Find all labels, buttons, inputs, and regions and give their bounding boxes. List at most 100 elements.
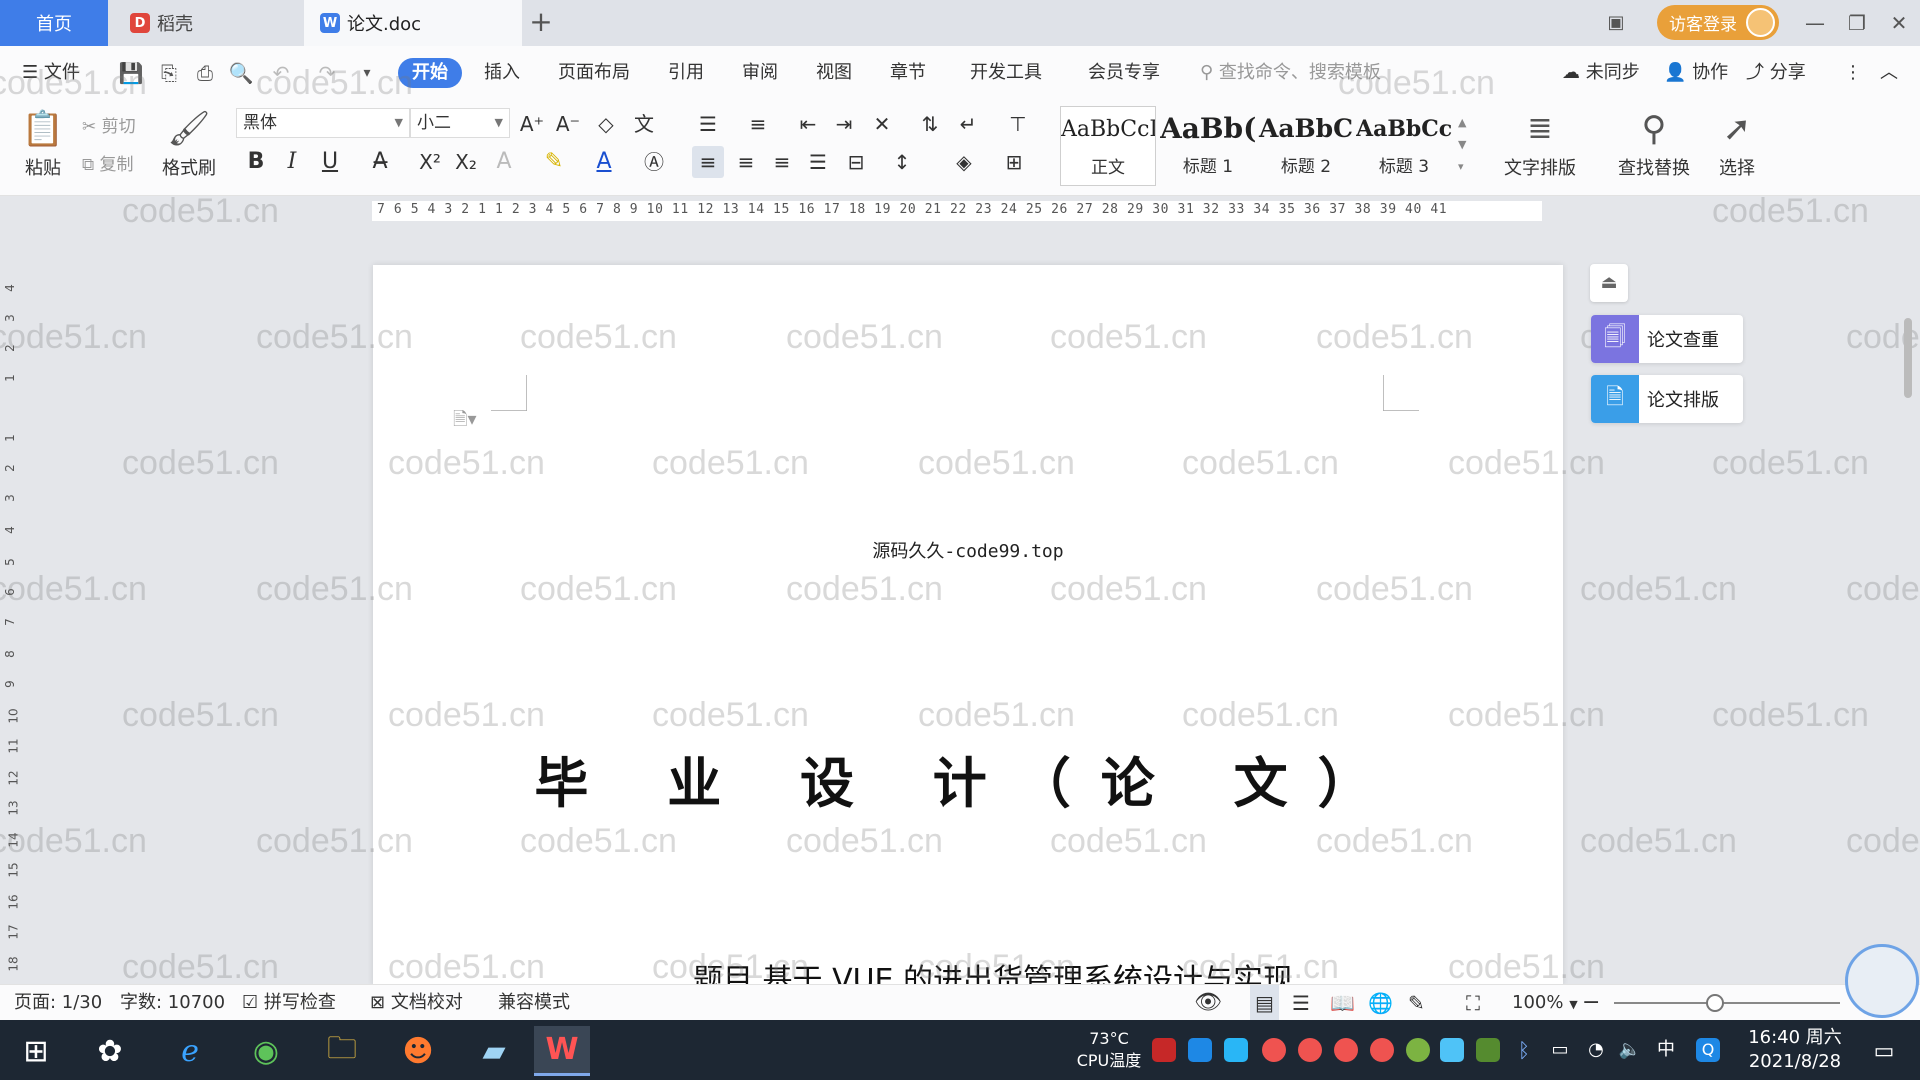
bluetooth-icon[interactable]: ᛒ xyxy=(1512,1038,1536,1062)
document-page[interactable]: 🗎▾ 源码久久-code99.top 毕 业 设 计（论 文） 题目 基于 VU… xyxy=(373,265,1563,985)
system-clock[interactable]: 16:40 周六 2021/8/28 xyxy=(1745,1026,1845,1074)
assistant-robot-icon[interactable] xyxy=(1845,944,1919,1018)
undo-icon[interactable]: ↶ xyxy=(268,60,294,86)
style-scroll-icon[interactable]: ▲ ▼ ▾ xyxy=(1458,112,1466,178)
cut-button[interactable]: ✂ 剪切 xyxy=(82,112,136,137)
fit-page-icon[interactable]: ⛶ xyxy=(1466,985,1480,1021)
tab-home[interactable]: 首页 xyxy=(0,0,108,46)
tab-view[interactable]: 视图 xyxy=(816,58,852,88)
tab-references[interactable]: 引用 xyxy=(668,58,704,88)
zoom-slider[interactable] xyxy=(1614,1002,1840,1004)
tab-developer[interactable]: 开发工具 xyxy=(970,58,1042,88)
word-count[interactable]: 字数: 10700 xyxy=(120,985,225,1021)
align-center-icon[interactable]: ≡ xyxy=(730,146,762,178)
style-heading-3[interactable]: AaBbCcl 标题 3 xyxy=(1356,106,1452,186)
font-size-select[interactable]: 小二 ▼ xyxy=(410,108,510,138)
copy-button[interactable]: ⧉ 复制 xyxy=(82,150,134,175)
collaborate-button[interactable]: 👤 协作 xyxy=(1664,58,1728,88)
borders-icon[interactable]: ⊞ xyxy=(998,146,1030,178)
collapse-ribbon-icon[interactable]: ︿ xyxy=(1880,58,1898,88)
shield-icon[interactable] xyxy=(1224,1038,1248,1062)
qq-icon[interactable] xyxy=(1334,1038,1358,1062)
tab-docer[interactable]: D 稻壳 xyxy=(108,0,304,46)
nvidia-icon[interactable] xyxy=(1476,1038,1500,1062)
tab-review[interactable]: 审阅 xyxy=(742,58,778,88)
chinese-layout-icon[interactable]: ✕ xyxy=(866,108,898,140)
layout-switch-icon[interactable]: ▣ xyxy=(1598,6,1634,40)
browser-360-icon[interactable]: ◉ xyxy=(238,1026,294,1076)
restore-button[interactable]: ❐ xyxy=(1839,6,1875,40)
superscript-button[interactable]: X² xyxy=(414,146,446,178)
web-view-icon[interactable]: 🌐 xyxy=(1368,985,1393,1021)
show-hide-marks-icon[interactable]: ↵ xyxy=(952,108,984,140)
tray-app-icon[interactable] xyxy=(1188,1038,1212,1062)
battery-icon[interactable]: ▭ xyxy=(1548,1038,1572,1062)
qq-icon[interactable] xyxy=(1298,1038,1322,1062)
distribute-icon[interactable]: ⊟ xyxy=(840,146,872,178)
line-spacing-icon[interactable]: ↕ xyxy=(886,146,918,178)
char-border-button[interactable]: Ⓐ xyxy=(638,146,670,178)
bullet-list-icon[interactable]: ☰ xyxy=(692,108,724,140)
notes-app-icon[interactable]: ▰ xyxy=(466,1026,522,1076)
qq-icon[interactable] xyxy=(1370,1038,1394,1062)
wifi-icon[interactable]: ◔ xyxy=(1584,1038,1608,1062)
horizontal-ruler[interactable]: 7 6 5 4 3 2 1 1 2 3 4 5 6 7 8 9 10 11 12… xyxy=(0,197,1920,225)
share-button[interactable]: ⤴ 分享 xyxy=(1746,58,1806,88)
guest-login-button[interactable]: 访客登录 xyxy=(1657,5,1779,40)
close-button[interactable]: ✕ xyxy=(1881,6,1917,40)
windows-start-icon[interactable]: ⊞ xyxy=(8,1026,64,1076)
justify-icon[interactable]: ☰ xyxy=(802,146,834,178)
sort-icon[interactable]: ⇅ xyxy=(914,108,946,140)
zoom-slider-knob[interactable] xyxy=(1706,994,1724,1012)
paper-check-button[interactable]: 🗐 论文查重 xyxy=(1591,315,1743,363)
grow-font-icon[interactable]: A⁺ xyxy=(516,108,548,140)
format-brush-quick-icon[interactable]: ⎘ xyxy=(156,60,182,86)
notification-center-icon[interactable]: ▭ xyxy=(1856,1026,1912,1076)
app-pinwheel-icon[interactable]: ✿ xyxy=(82,1026,138,1076)
reading-view-icon[interactable]: 📖 xyxy=(1330,985,1355,1021)
tray-plus-icon[interactable] xyxy=(1406,1038,1430,1062)
style-normal[interactable]: AaBbCcI 正文 xyxy=(1060,106,1156,186)
shrink-font-icon[interactable]: A⁻ xyxy=(552,108,584,140)
align-right-icon[interactable]: ≡ xyxy=(766,146,798,178)
scrollbar-thumb[interactable] xyxy=(1904,318,1912,398)
tab-insert[interactable]: 插入 xyxy=(484,58,520,88)
page-count[interactable]: 页面: 1/30 xyxy=(14,985,102,1021)
font-name-select[interactable]: 黑体 ▼ xyxy=(236,108,410,138)
new-tab-button[interactable]: + xyxy=(526,8,556,38)
find-replace-button[interactable]: ⚲ 查找替换 xyxy=(1608,104,1700,180)
clear-format-icon[interactable]: ◇ xyxy=(590,108,622,140)
tray-q-icon[interactable]: Q xyxy=(1696,1038,1720,1062)
outline-view-icon[interactable]: ☰ xyxy=(1292,985,1310,1021)
spell-check-button[interactable]: ☑ 拼写检查 xyxy=(242,985,336,1021)
print-preview-icon[interactable]: 🔍 xyxy=(228,60,254,86)
cpu-temp-widget[interactable]: 73°C CPU温度 xyxy=(1068,1028,1150,1072)
vertical-ruler[interactable]: 4 3 2 1 1 2 3 4 5 6 7 8 9 10 11 12 13 14… xyxy=(0,265,26,985)
tab-page-layout[interactable]: 页面布局 xyxy=(558,58,630,88)
print-icon[interactable]: ⎙ xyxy=(192,60,218,86)
tab-stops-icon[interactable]: ⊤ xyxy=(1002,108,1034,140)
highlight-icon[interactable]: ✎ xyxy=(538,146,570,178)
minimize-button[interactable]: — xyxy=(1797,6,1833,40)
bold-button[interactable]: B xyxy=(240,146,272,178)
save-icon[interactable]: 💾 xyxy=(118,60,144,86)
subscript-button[interactable]: X₂ xyxy=(450,146,482,178)
shading-icon[interactable]: ◈ xyxy=(948,146,980,178)
zoom-select[interactable]: 100% ▼ xyxy=(1512,985,1578,1021)
paragraph-options-icon[interactable]: 🗎▾ xyxy=(453,407,477,437)
style-heading-1[interactable]: AaBb( 标题 1 xyxy=(1160,106,1256,186)
tab-chapter[interactable]: 章节 xyxy=(890,58,926,88)
pen-icon[interactable]: ✎ xyxy=(1408,985,1425,1021)
sync-button[interactable]: ☁ 未同步 xyxy=(1562,58,1640,88)
style-heading-2[interactable]: AaBbC 标题 2 xyxy=(1258,106,1354,186)
tab-start[interactable]: 开始 xyxy=(398,58,462,88)
paper-layout-button[interactable]: 🗎 论文排版 xyxy=(1591,375,1743,423)
more-icon[interactable]: ⋮ xyxy=(1844,58,1862,88)
decrease-indent-icon[interactable]: ⇤ xyxy=(792,108,824,140)
vertical-scrollbar[interactable] xyxy=(1900,228,1916,988)
ime-indicator[interactable]: 中 xyxy=(1654,1038,1678,1062)
page-view-icon[interactable]: ▤ xyxy=(1250,985,1279,1021)
select-button[interactable]: ➚ 选择 xyxy=(1702,104,1772,180)
volume-icon[interactable]: 🔈 xyxy=(1618,1038,1642,1062)
panel-collapse-button[interactable]: ⏏ xyxy=(1590,264,1628,302)
